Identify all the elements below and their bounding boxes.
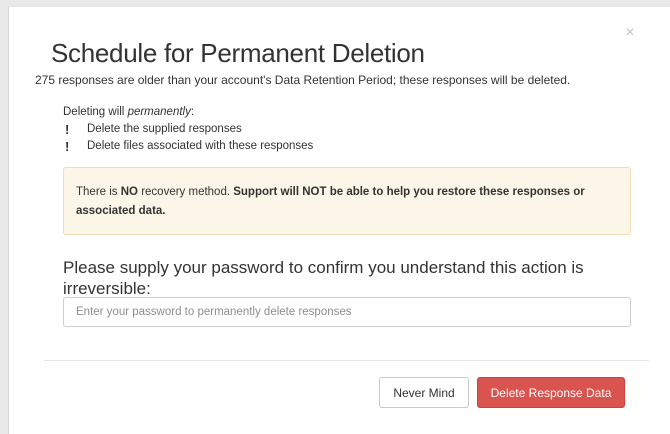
warning-alert: There is NO recovery method. Support wil… [63,167,631,235]
exclamation-icon: ! [65,139,70,154]
password-input[interactable] [63,297,631,327]
list-item: ! Delete the supplied responses [59,121,313,138]
exclamation-icon: ! [65,122,70,137]
warning-text-1: There is [76,186,121,198]
warning-text-2: NO [120,186,138,198]
close-icon[interactable]: × [623,25,637,41]
deleting-intro: Deleting will permanently: [63,106,194,118]
list-item-text: Delete files associated with these respo… [87,140,314,152]
list-item: ! Delete files associated with these res… [59,138,313,155]
dialog-subtitle: 275 responses are older than your accoun… [35,73,571,87]
dialog-title: Schedule for Permanent Deletion [51,38,425,68]
list-item-text: Delete the supplied responses [87,123,242,135]
warning-text-3: recovery method. [138,186,234,198]
never-mind-button[interactable]: Never Mind [379,377,469,408]
deleting-prefix: Deleting will [63,106,128,118]
password-prompt: Please supply your password to confirm y… [63,258,584,298]
deleting-suffix: : [190,106,195,118]
footer-divider [44,360,649,361]
delete-dialog: × Schedule for Permanent Deletion 275 re… [8,6,670,434]
delete-response-data-button[interactable]: Delete Response Data [477,377,625,408]
consequence-list: ! Delete the supplied responses ! Delete… [59,121,313,155]
deleting-emphasis: permanently [127,106,191,118]
